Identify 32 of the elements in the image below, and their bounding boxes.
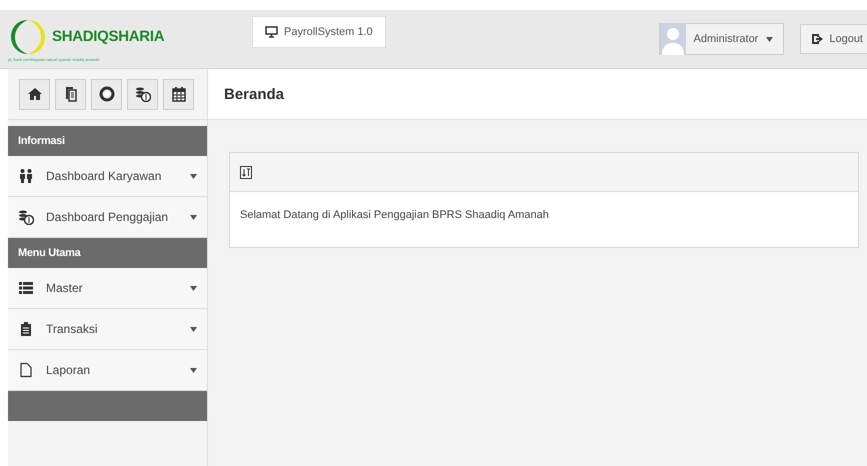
sort-icon xyxy=(240,166,252,178)
avatar-icon xyxy=(660,23,686,55)
home-icon xyxy=(26,86,42,102)
toolbar-button[interactable] xyxy=(91,78,122,110)
coins-icon xyxy=(18,209,34,225)
list-icon xyxy=(18,280,34,296)
caret-icon xyxy=(190,326,197,332)
sidebar-section-header: Menu Utama xyxy=(8,238,207,268)
toolbar-button[interactable] xyxy=(127,78,158,110)
caret-icon xyxy=(190,368,197,372)
user-menu-button[interactable]: Administrator xyxy=(658,23,784,55)
toolbar-button[interactable] xyxy=(163,78,194,110)
clipboard-icon xyxy=(18,321,34,337)
sidebar-section-header: Informasi xyxy=(8,126,207,156)
people-icon xyxy=(18,168,34,184)
toolbar-button[interactable] xyxy=(19,78,50,110)
caret-icon xyxy=(190,214,197,220)
page-title: Beranda xyxy=(224,86,284,102)
app-version: PayrollSystem 1.0 xyxy=(284,26,373,38)
caret-icon xyxy=(190,286,197,290)
toolbar-button[interactable] xyxy=(55,78,86,110)
monitor-icon xyxy=(265,26,278,38)
calendar-icon xyxy=(170,86,186,102)
caret-icon xyxy=(190,174,197,178)
file-icon xyxy=(18,362,34,378)
coins-icon xyxy=(134,86,150,102)
welcome-message: Selamat Datang di Aplikasi Penggajian BPRS Shaadiq Amanah xyxy=(240,209,549,221)
logout-button[interactable]: Logout xyxy=(800,24,867,54)
caret-icon xyxy=(766,36,774,42)
lifebuoy-icon xyxy=(98,86,114,102)
logo-name: SHADIQSHARIA xyxy=(52,28,164,45)
logout-icon xyxy=(811,33,824,45)
